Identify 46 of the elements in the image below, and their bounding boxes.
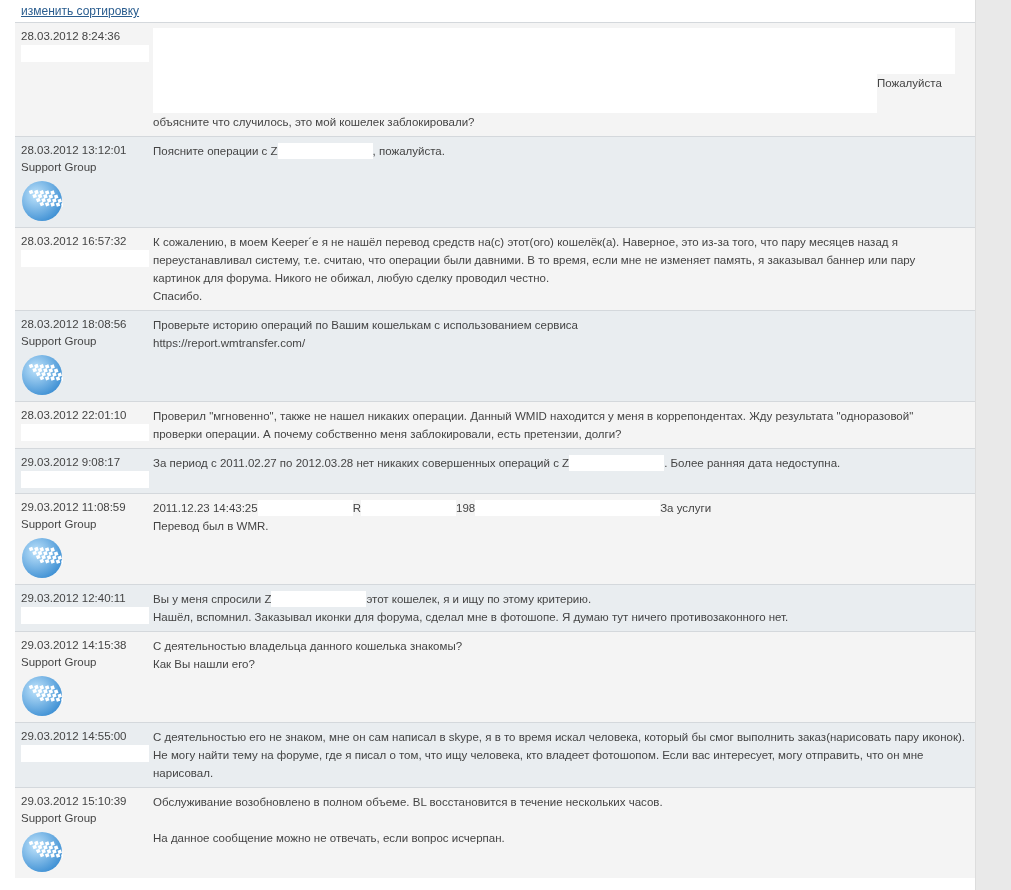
sender-name: Support Group [21, 655, 98, 670]
message-date: 29.03.2012 14:55:00 [21, 729, 128, 744]
globe-logo-icon [21, 537, 63, 579]
message-text: этот кошелек, я и ищу по этому критерию. [366, 592, 592, 607]
message-text: Нашёл, вспомнил. Заказывал иконки для форума, сделал мне в фотошопе. Я думаю тут ничего противозаконного нет. [153, 610, 789, 625]
globe-logo-icon [21, 831, 63, 873]
message-text: Пожалуйста [877, 76, 942, 91]
message-text: Поясните операции с Z [153, 144, 278, 159]
sender-name: Support Group [21, 517, 98, 532]
globe-logo-icon [21, 180, 63, 222]
message-text: С деятельностью владельца данного кошелька знакомы? [153, 639, 463, 654]
message-text: Проверил "мгновенно", также не нашел никаких операции. Данный WMID находится у меня в коррепондентах. Жду результата "одноразовой" проверки операции. А почему собственно меня заблокировали, есть претензии, долги? [153, 409, 915, 442]
message-date: 29.03.2012 11:08:59 [21, 500, 127, 515]
message-date: 28.03.2012 13:12:01 [21, 143, 128, 158]
message-text: На данное сообщение можно не отвечать, если вопрос исчерпан. [153, 831, 505, 846]
message-date: 28.03.2012 16:57:32 [21, 234, 128, 249]
sender-name: Support Group [21, 811, 98, 826]
message-text: К сожалению, в моем Keeper´е я не нашёл перевод средств на(с) этот(ого) кошелёк(а). Наверное, это из-за того, что пару месяцев назад я переустанавливал систему, т.е. считаю, что операции были давними. В то время, если мне не изменяет память, я заказывал баннер или пару картинок для форума. Никого не обижал, любую сделку проводил честно. [153, 235, 917, 286]
message-text: . Более ранняя дата недоступна. [664, 456, 841, 471]
message-date: 28.03.2012 8:24:36 [21, 29, 122, 44]
message-date: 28.03.2012 22:01:10 [21, 408, 128, 423]
message-date: 28.03.2012 18:08:56 [21, 317, 128, 332]
message-text: С деятельностью его не знаком, мне он сам написал в skype, я в то время искал человека, который бы смог выполнить заказ(нарисовать пару иконок). Не могу найти тему на форуме, где я писал о том, что ищу человека, кто владеет фотошопом. Если вас интересует, могу отправить, что он мне нарисовал. [153, 730, 965, 781]
change-sorting-link[interactable]: изменить сортировку [21, 4, 140, 18]
message-text: R [352, 501, 361, 516]
message-text: https://report.wmtransfer.com/ [153, 336, 306, 351]
globe-logo-icon [21, 675, 63, 717]
message-text: Обслуживание возобновлено в полном объеме. BL восстановится в течение нескольких часов. [153, 795, 663, 810]
message-text: Спасибо. [153, 289, 203, 304]
message-text: , пожалуйста. [372, 144, 445, 159]
message-text: Как Вы нашли его? [153, 657, 255, 672]
globe-logo-icon [21, 354, 63, 396]
message-text: Вы у меня спросили Z [153, 592, 272, 607]
message-text: объясните что случилось, это мой кошелек заблокировали? [153, 115, 475, 130]
message-text: 198 [456, 501, 476, 516]
message-text: Перевод был в WMR. [153, 519, 269, 534]
message-date: 29.03.2012 15:10:39 [21, 794, 128, 809]
message-text: За период с 2011.02.27 по 2012.03.28 нет никаких совершенных операций с Z [153, 456, 570, 471]
message-text: За услуги [660, 501, 712, 516]
sender-name: Support Group [21, 334, 98, 349]
message-date: 29.03.2012 9:08:17 [21, 455, 122, 470]
message-date: 29.03.2012 12:40:11 [21, 591, 127, 606]
sender-name: Support Group [21, 160, 98, 175]
message-date: 29.03.2012 14:15:38 [21, 638, 128, 653]
message-text: Проверьте историю операций по Вашим кошелькам с использованием сервиса [153, 318, 578, 333]
message-text: 2011.12.23 14:43:25 [153, 501, 258, 516]
